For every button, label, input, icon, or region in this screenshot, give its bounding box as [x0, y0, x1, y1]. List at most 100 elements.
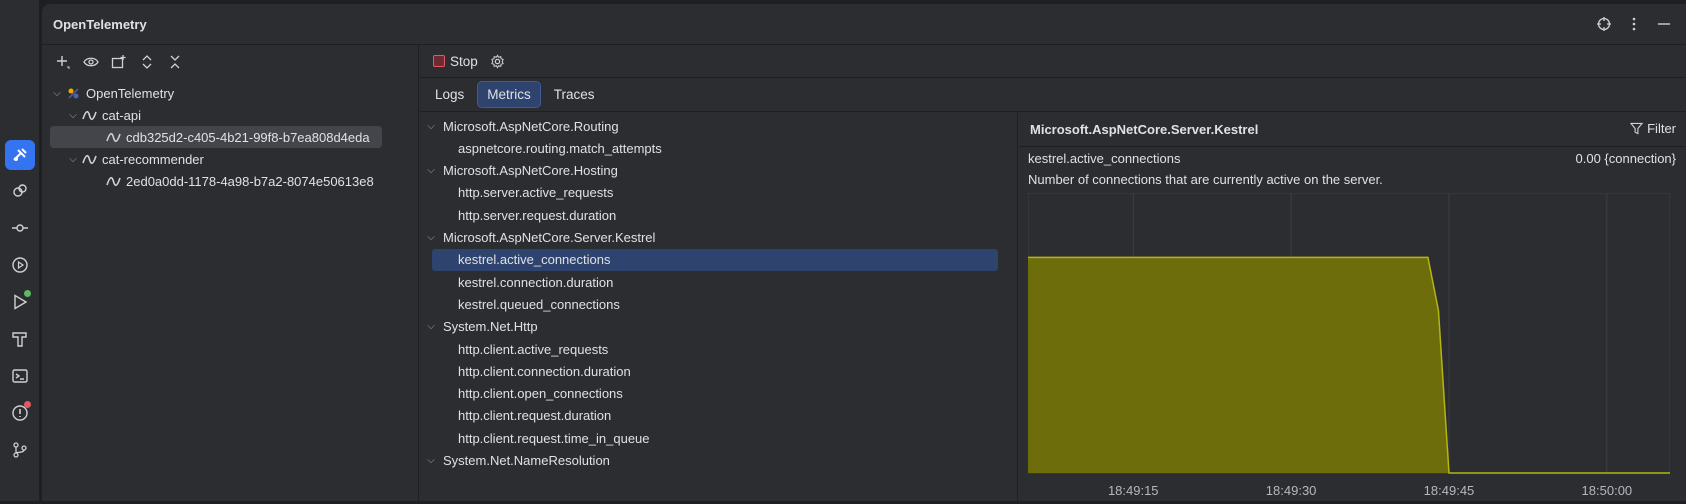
metric-item[interactable]: http.client.connection.duration — [432, 360, 998, 382]
tree-node-instance-selected[interactable]: cdb325d2-c405-4b21-99f8-b7ea808d4eda — [50, 126, 382, 148]
metric-item[interactable]: http.client.request.time_in_queue — [432, 427, 998, 449]
git-tool-button[interactable] — [5, 435, 35, 465]
x-tick-label: 18:49:30 — [1266, 483, 1317, 498]
metric-chart: 18:49:15 18:49:30 18:49:45 18:50:00 — [1027, 192, 1671, 501]
expand-all-button[interactable] — [136, 51, 158, 73]
tree-node-root[interactable]: ⌵ OpenTelemetry — [50, 82, 382, 104]
filter-icon — [1630, 122, 1644, 135]
metric-chart-svg: 18:49:15 18:49:30 18:49:45 18:50:00 — [1027, 192, 1671, 498]
terminal-icon — [12, 369, 28, 383]
tab-metrics[interactable]: Metrics — [477, 81, 541, 108]
settings-button[interactable] — [490, 53, 505, 69]
running-indicator — [24, 290, 31, 297]
metric-item[interactable]: kestrel.queued_connections — [432, 293, 998, 315]
tab-traces[interactable]: Traces — [545, 82, 604, 107]
metric-item-label: kestrel.queued_connections — [458, 296, 620, 312]
filter-button[interactable]: Filter — [1630, 121, 1676, 136]
chevron-down-icon[interactable]: ⌵ — [424, 321, 438, 332]
run-configurations-button[interactable] — [5, 250, 35, 280]
meter-group[interactable]: ⌵ System.Net.NameResolution — [424, 450, 994, 472]
tree-node-label: cat-recommender — [102, 151, 204, 167]
minimize-button[interactable] — [1654, 14, 1674, 34]
tree-node-service[interactable]: ⌵ cat-api — [66, 104, 382, 126]
view-button[interactable] — [80, 51, 102, 73]
chevron-down-icon[interactable]: ⌵ — [66, 110, 80, 121]
meter-group[interactable]: ⌵ Microsoft.AspNetCore.Server.Kestrel — [424, 227, 994, 249]
minimize-icon — [1658, 23, 1670, 25]
metric-item[interactable]: http.client.active_requests — [432, 338, 998, 360]
meter-group[interactable]: ⌵ Microsoft.AspNetCore.Routing — [424, 115, 994, 137]
metric-item[interactable]: kestrel.connection.duration — [432, 271, 998, 293]
test-tool-button[interactable] — [5, 324, 35, 354]
x-tick-label: 18:49:45 — [1424, 483, 1475, 498]
chevron-down-icon[interactable]: ⌵ — [424, 232, 438, 243]
run-tool-button[interactable] — [5, 287, 35, 317]
chevron-down-icon[interactable]: ⌵ — [424, 455, 438, 466]
metric-item[interactable]: aspnetcore.routing.match_attempts — [432, 137, 998, 159]
metric-item-label: http.client.connection.duration — [458, 363, 631, 379]
locate-button[interactable] — [1594, 14, 1614, 34]
x-tick-label: 18:50:00 — [1582, 483, 1633, 498]
chevron-down-icon[interactable]: ⌵ — [424, 121, 438, 132]
meter-group[interactable]: ⌵ System.Net.Http — [424, 316, 994, 338]
meter-group-label: Microsoft.AspNetCore.Server.Kestrel — [443, 230, 656, 245]
meter-group[interactable]: ⌵ Microsoft.AspNetCore.Hosting — [424, 160, 994, 182]
tree-toolbar — [42, 45, 418, 79]
metric-item-selected[interactable]: kestrel.active_connections — [432, 248, 998, 271]
new-tab-icon — [111, 55, 126, 69]
metric-item-label: kestrel.active_connections — [458, 252, 611, 268]
metric-item-label: http.server.active_requests — [458, 185, 614, 201]
tree-node-label: cdb325d2-c405-4b21-99f8-b7ea808d4eda — [126, 129, 370, 145]
error-indicator — [24, 401, 31, 408]
metric-item[interactable]: http.client.request.duration — [432, 405, 998, 427]
services-tool-button[interactable] — [5, 176, 35, 206]
commit-icon — [12, 224, 28, 232]
filter-label: Filter — [1647, 121, 1676, 136]
opentelemetry-tool-window: OpenTelemetry ⌵ OpenTelemetry ⌵ cat-api … — [0, 0, 1686, 501]
metrics-tree: ⌵ Microsoft.AspNetCore.Routing aspnetcore.… — [420, 113, 1018, 501]
tree-node-label: OpenTelemetry — [86, 85, 175, 101]
meter-group-label: System.Net.NameResolution — [443, 453, 610, 468]
terminal-tool-button[interactable] — [5, 361, 35, 391]
tree-node-service[interactable]: ⌵ cat-recommender — [66, 148, 382, 170]
telemetry-tabs: Logs Metrics Traces — [420, 78, 1686, 112]
metric-item-label: aspnetcore.routing.match_attempts — [458, 140, 662, 156]
stop-icon — [433, 55, 445, 67]
tool-window-header: OpenTelemetry — [42, 4, 1686, 45]
metric-item[interactable]: http.client.open_connections — [432, 383, 998, 405]
options-menu-button[interactable] — [1624, 14, 1644, 34]
meter-group-label: Microsoft.AspNetCore.Routing — [443, 118, 619, 134]
commit-tool-button[interactable] — [5, 213, 35, 243]
tree-node-label: 2ed0a0dd-1178-4a98-b7a2-8074e50613e8 — [126, 173, 374, 189]
gear-icon — [490, 53, 504, 69]
tree-node-instance[interactable]: 2ed0a0dd-1178-4a98-b7a2-8074e50613e8 — [50, 170, 382, 192]
collapse-all-icon — [170, 55, 180, 69]
tool-window-panel: OpenTelemetry ⌵ OpenTelemetry ⌵ cat-api … — [42, 4, 1686, 501]
telemetry-toolbar: Stop — [420, 45, 1686, 78]
metric-item-label: http.client.open_connections — [458, 386, 623, 402]
x-tick-label: 18:49:15 — [1108, 483, 1159, 498]
metric-item[interactable]: http.server.request.duration — [432, 204, 998, 226]
chevron-down-icon[interactable]: ⌵ — [50, 88, 64, 99]
opentelemetry-tool-button[interactable] — [5, 140, 35, 170]
expand-all-icon — [142, 55, 152, 69]
service-icon — [80, 108, 98, 123]
metric-item[interactable]: http.server.active_requests — [432, 182, 998, 204]
collapse-all-button[interactable] — [164, 51, 186, 73]
problems-tool-button[interactable] — [5, 398, 35, 428]
add-button[interactable] — [52, 51, 74, 73]
crosshair-icon — [1597, 17, 1611, 31]
new-tab-button[interactable] — [108, 51, 130, 73]
tree-node-label: cat-api — [102, 107, 142, 123]
chevron-down-icon[interactable]: ⌵ — [66, 154, 80, 165]
metric-name: kestrel.active_connections — [1028, 151, 1181, 166]
services-icon — [13, 184, 27, 197]
eye-icon — [83, 57, 99, 67]
telescope-icon — [13, 148, 27, 161]
chevron-down-icon[interactable]: ⌵ — [424, 165, 438, 176]
meter-group-label: Microsoft.AspNetCore.Hosting — [443, 163, 618, 179]
service-icon — [104, 130, 122, 145]
tab-logs[interactable]: Logs — [426, 82, 473, 107]
stop-button[interactable]: Stop — [433, 54, 478, 69]
service-icon — [80, 152, 98, 167]
